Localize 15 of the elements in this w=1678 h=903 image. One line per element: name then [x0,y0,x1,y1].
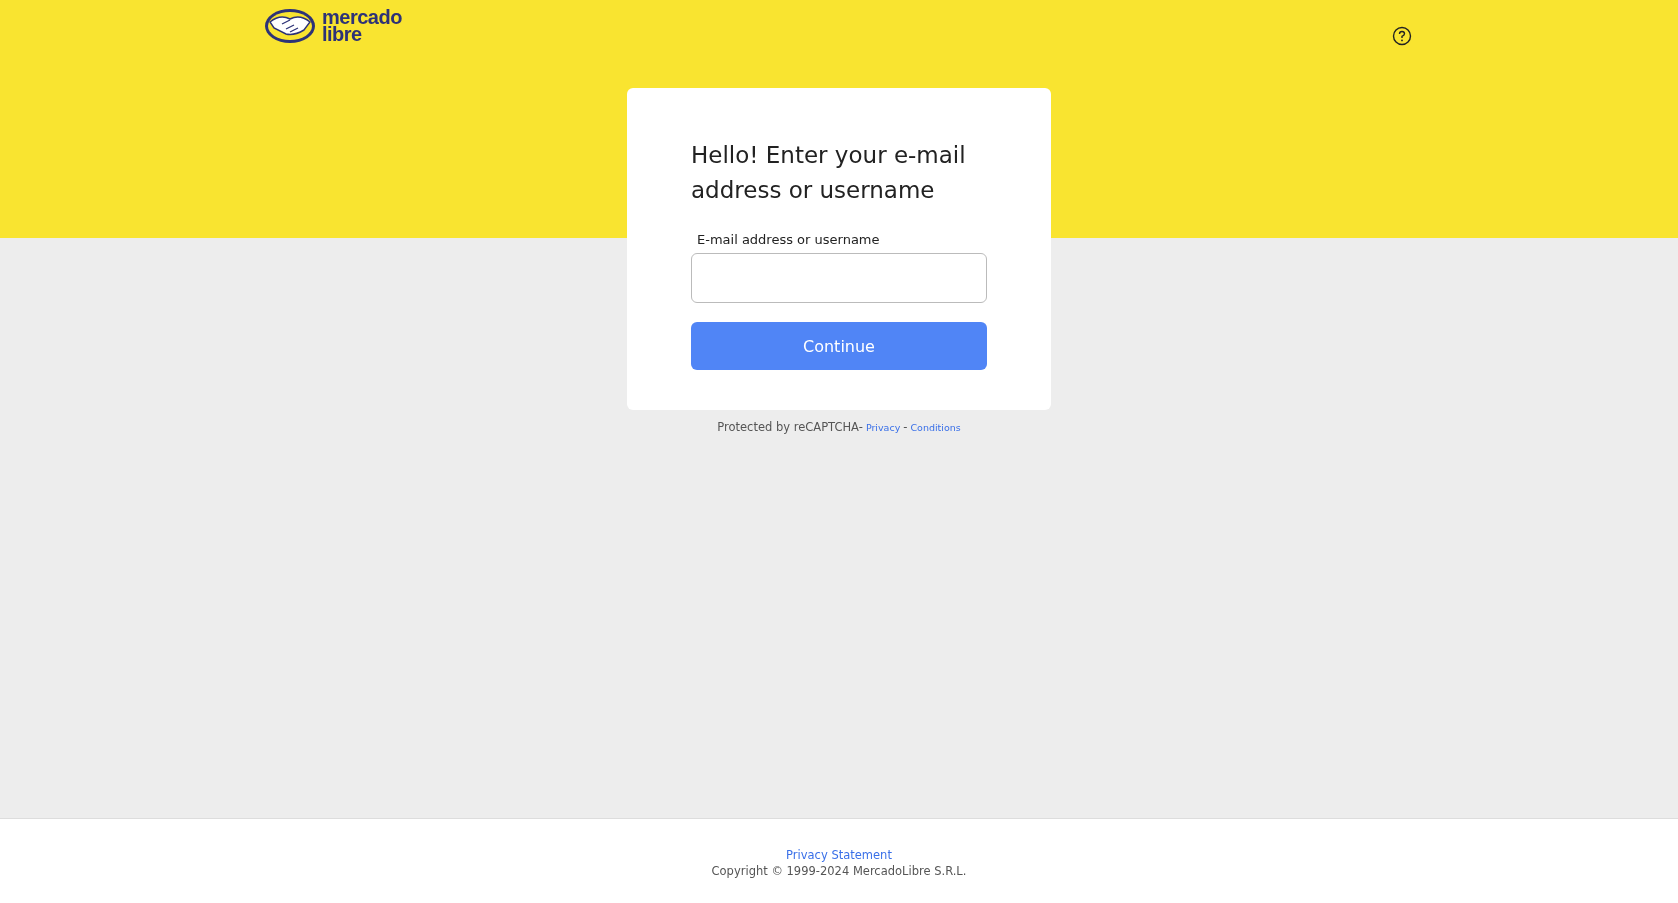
login-title: Hello! Enter your e-mail address or username [691,141,967,205]
email-input-field[interactable] [691,253,987,303]
field-label: E-mail address or username [697,232,881,247]
handshake-icon [264,8,316,44]
help-icon[interactable] [1392,26,1412,46]
recaptcha-text: Protected by reCAPTCHA- [717,420,863,434]
logo-text: libre [322,26,362,43]
privacy-link[interactable]: Privacy [865,422,901,433]
logo-text: mercado [322,9,402,26]
conditions-link[interactable]: Conditions [910,422,961,433]
copyright-text: Copyright © 1999-2024 MercadoLibre S.R.L. [711,864,967,878]
logo[interactable]: mercado libre [264,8,402,44]
privacy-statement-link[interactable]: Privacy Statement [786,848,892,862]
continue-button[interactable]: Continue [691,322,987,370]
separator-text: - [903,420,908,434]
